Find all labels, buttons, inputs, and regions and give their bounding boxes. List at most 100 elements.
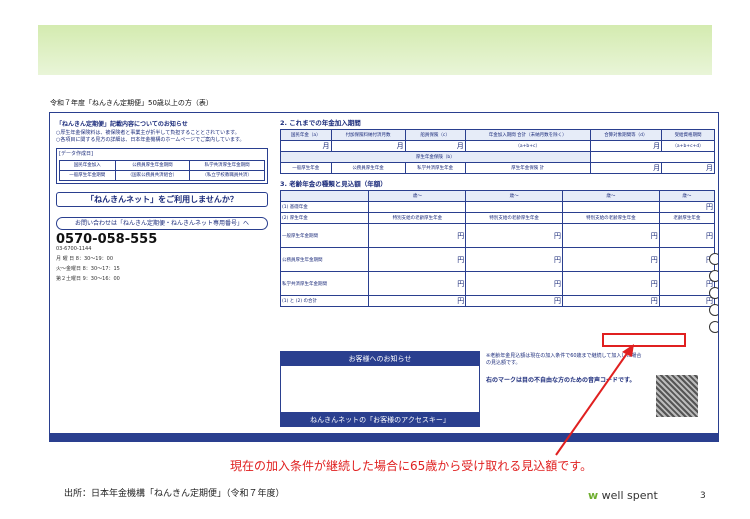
caption: 現在の加入条件が継続した場合に65歳から受け取れる見込額です。 <box>230 459 593 473</box>
row-label: 一般厚生年金期間 <box>279 223 370 248</box>
yen-cell: 円 <box>561 247 660 272</box>
hole-icon <box>709 321 718 333</box>
total-65-cell: 円 <box>658 295 716 307</box>
month-cell: 月 <box>589 162 663 174</box>
estimate-note: ※老齢年金見込額は現在の加入条件で60歳まで継続して加入した場合の見込額です。 … <box>486 353 646 384</box>
age-cell: 歳～ <box>561 190 660 202</box>
kosei-col: 公務員厚生年金 <box>330 162 406 174</box>
col-header: 特別支給の老齢厚生年金 <box>368 212 467 224</box>
period-legend-table: 国民年金加入 公務員厚生年金期間 私学共済厚生年金期間 一般厚生年金期間 （国家公務員… <box>59 160 265 181</box>
voice-code-icon <box>656 375 698 417</box>
note-2: ○各項目に関する見方の詳細は、日本年金機構のホームページでご案内しています。 <box>56 137 245 143</box>
row-label: (2) 厚生年金 <box>279 212 370 224</box>
yen-cell: 円 <box>465 295 563 307</box>
hours-3: 第２土曜日 9：30～16：00 <box>56 276 120 282</box>
bottom-band <box>50 433 718 441</box>
kosei-col: 一般厚生年金 <box>280 162 332 174</box>
yen-cell: 円 <box>561 271 660 296</box>
age-cell: 歳～ <box>368 190 467 202</box>
yen-cell: 円 <box>465 247 563 272</box>
hours-2: 火～金曜日 8：30～17：15 <box>56 266 120 272</box>
pension-estimate-table: 歳～ 歳～ 歳～ 歳～ (1) 基礎年金円 (2) 厚生年金 特別支給の老齢厚生… <box>279 190 716 307</box>
hole-icon <box>709 304 718 316</box>
row-label: (1) 基礎年金 <box>279 201 370 213</box>
highlight-box <box>602 333 686 347</box>
row-label: (1) と (2) の合計 <box>279 295 370 307</box>
formula-cell: （a+b+c） <box>464 140 591 152</box>
legend-cell: 一般厚生年金期間 <box>59 170 116 181</box>
legend-cell: 国民年金加入 <box>59 160 116 171</box>
hole-icon <box>709 253 718 265</box>
col-header: 老齢厚生年金 <box>658 212 716 224</box>
section-2-title: 2. これまでの年金加入期間 <box>280 119 361 127</box>
row-label: 公務員厚生年金期間 <box>279 247 370 272</box>
logo-mark-icon: w <box>588 489 599 502</box>
kosei-col: 私学共済厚生年金 <box>404 162 466 174</box>
document-title: 令和７年度「ねんきん定期便」50歳以上の方（表） <box>50 99 213 107</box>
month-cell: 月 <box>589 140 663 152</box>
note-text: ※老齢年金見込額は現在の加入条件で60歳まで継続して加入した場合の見込額です。 <box>486 353 642 366</box>
yen-cell: 円 <box>658 223 716 248</box>
blank-cell <box>589 151 716 163</box>
col-header: 特別支給の老齢厚生年金 <box>465 212 563 224</box>
yen-cell: 円 <box>465 271 563 296</box>
voice-code-note: 右のマークは目の不自由な方のための音声コードです。 <box>486 377 636 384</box>
logo-text: well spent <box>601 489 658 502</box>
note-1: ○厚生年金保険料は、被保険者と事業主が折半して負担することとされています。 <box>56 130 240 136</box>
kosei-col: 厚生年金保険 計 <box>464 162 591 174</box>
left-panel: 「ねんきん定期便」記載内容についてのお知らせ ○厚生年金保険料は、被保険者と事業… <box>56 121 268 283</box>
header-band <box>38 25 712 75</box>
hours-1: 月 曜 日 8：30～19：00 <box>56 256 114 262</box>
yen-cell: 円 <box>658 247 716 272</box>
yen-cell: 円 <box>658 201 716 213</box>
inquiry-banner: お問い合わせは「ねんきん定期便・ねんきんネット専用番号」へ <box>56 217 268 230</box>
phone-number: 0570-058-555 <box>56 232 158 247</box>
age-cell: 歳～ <box>658 190 716 202</box>
month-cell: 月 <box>661 162 715 174</box>
row-label: 私学共済厚生年金期間 <box>279 271 370 296</box>
month-cell: 月 <box>280 140 332 152</box>
col-header: 国民年金（a） <box>280 129 332 141</box>
blank-cell <box>279 190 370 202</box>
pension-statement-card: 「ねんきん定期便」記載内容についてのお知らせ ○厚生年金保険料は、被保険者と事業… <box>49 112 719 442</box>
hole-icon <box>709 287 718 299</box>
kosei-header: 厚生年金保険（b） <box>280 151 591 163</box>
col-header: 年金加入期間 合計（未納月数を除く） <box>464 129 591 141</box>
left-heading: 「ねんきん定期便」記載内容についてのお知らせ <box>56 121 188 128</box>
yen-cell: 円 <box>561 295 660 307</box>
col-header: 特別支給の老齢厚生年金 <box>561 212 660 224</box>
nenkin-net-title: 「ねんきんネット」をご利用しませんか？ <box>56 192 268 207</box>
yen-cell: 円 <box>368 295 467 307</box>
yen-cell: 円 <box>368 271 467 296</box>
legend-cell: 公務員厚生年金期間 <box>114 160 191 171</box>
page-number: 3 <box>700 491 706 501</box>
legend-cell: 私学共済厚生年金期間 <box>189 160 265 171</box>
data-label: [データ作成日] <box>59 151 93 157</box>
source-text: 出所：日本年金機構「ねんきん定期便」（令和７年度） <box>64 489 285 499</box>
yen-cell: 円 <box>561 223 660 248</box>
enrollment-period-table: 国民年金（a） 付加保険料納付済月数 船員保険（c） 年金加入期間 合計（未納月… <box>280 129 716 174</box>
wellspent-logo: w well spent <box>588 489 658 502</box>
col-header: 付加保険料納付済月数 <box>330 129 406 141</box>
punch-holes <box>709 253 718 338</box>
age-cell: 歳～ <box>465 190 563 202</box>
phone-number-2: 03-6700-1144 <box>56 246 92 252</box>
formula-cell: （a+b+c+d） <box>661 140 715 152</box>
yen-cell: 円 <box>465 223 563 248</box>
notice-title: お客様へのお知らせ <box>281 352 479 366</box>
hole-icon <box>709 270 718 282</box>
col-header: 合算対象期間等（d） <box>589 129 663 141</box>
yen-cell: 円 <box>658 271 716 296</box>
customer-notice-box: お客様へのお知らせ <box>280 351 480 413</box>
right-panel: 2. これまでの年金加入期間 国民年金（a） 付加保険料納付済月数 船員保険（c… <box>279 117 716 307</box>
col-header: 受給資格期間 <box>661 129 715 141</box>
data-date-box: [データ作成日] 国民年金加入 公務員厚生年金期間 私学共済厚生年金期間 一般厚生年… <box>56 148 268 184</box>
section-3-title: 3. 老齢年金の種類と見込額（年額） <box>280 180 387 188</box>
yen-cell: 円 <box>368 223 467 248</box>
legend-cell: （私立学校教職員共済） <box>189 170 265 181</box>
access-key-bar: ねんきんネットの「お客様のアクセスキー」 <box>280 413 480 427</box>
legend-cell: （国家公務員共済組合） <box>114 170 191 181</box>
yen-cell: 円 <box>368 247 467 272</box>
col-header: 船員保険（c） <box>404 129 466 141</box>
month-cell: 月 <box>330 140 406 152</box>
